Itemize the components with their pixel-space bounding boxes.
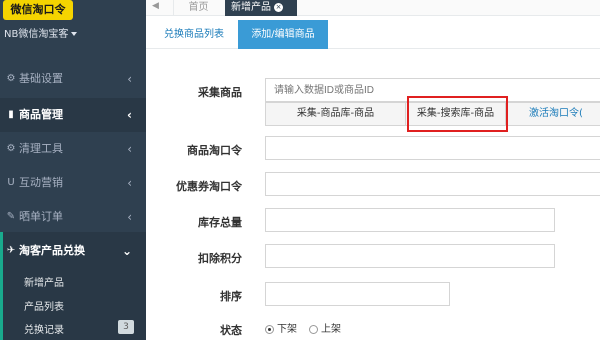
sort-input[interactable]	[265, 282, 450, 306]
magnet-icon: U	[7, 177, 15, 188]
sidebar: 微信淘口令 NB微信淘宝客 ⚙ 基础设置 ‹ ▮ 商品管理 ‹ ⚙ 清理工具 ‹…	[0, 0, 146, 340]
points-label: 扣除积分	[198, 252, 242, 265]
status-on-radio[interactable]: 上架	[309, 320, 341, 335]
sub-item-product-list[interactable]: 产品列表	[24, 298, 64, 313]
logo-area: 微信淘口令 NB微信淘宝客	[0, 0, 146, 60]
chevron-left-icon: ‹	[127, 142, 132, 156]
bar-chart-icon: ▮	[8, 109, 14, 120]
status-label: 状态	[220, 324, 242, 337]
caret-down-icon	[71, 32, 78, 36]
cog-icon: ⚙	[6, 143, 16, 154]
edit-icon: ✎	[6, 211, 16, 222]
chevron-left-icon: ‹	[127, 72, 132, 86]
stock-input[interactable]	[265, 208, 555, 232]
status-off-radio[interactable]: 下架	[265, 320, 297, 335]
activate-tkl-button[interactable]: 激活淘口令(	[506, 103, 600, 125]
tab-exchange-goods-list[interactable]: 兑换商品列表	[154, 20, 234, 49]
chevron-left-icon: ‹	[127, 210, 132, 224]
gears-icon: ⚙	[6, 73, 16, 84]
tab-new-product[interactable]: 新增产品 ×	[225, 0, 297, 16]
nav-label: 清理工具	[19, 142, 63, 155]
close-icon[interactable]: ×	[274, 2, 283, 12]
nav-item-cleanup-tools[interactable]: ⚙ 清理工具 ‹	[0, 132, 146, 166]
nav-item-basic-settings[interactable]: ⚙ 基础设置 ‹	[0, 62, 146, 96]
stock-label: 库存总量	[198, 216, 242, 229]
nav-label: 淘客产品兑换	[19, 244, 85, 257]
nav-item-share-orders[interactable]: ✎ 晒单订单 ‹	[0, 200, 146, 234]
nav-label: 商品管理	[19, 108, 63, 121]
nav-label: 基础设置	[19, 72, 63, 85]
radio-dot	[309, 324, 318, 334]
collect-goods-lib-button[interactable]: 采集-商品库-商品	[266, 103, 406, 125]
back-icon[interactable]: ◀	[152, 1, 159, 11]
tab-home[interactable]: 首页	[173, 0, 223, 16]
collect-label: 采集商品	[198, 86, 242, 99]
tab-label: 新增产品	[231, 2, 271, 13]
sort-label: 排序	[220, 290, 242, 303]
coupon-label: 优惠券淘口令	[176, 180, 242, 193]
sub-item-new-product[interactable]: 新增产品	[24, 274, 64, 289]
logo: 微信淘口令	[3, 0, 73, 20]
tab-add-edit-goods[interactable]: 添加/编辑商品	[238, 20, 328, 49]
plane-icon: ✈	[6, 245, 16, 256]
tkl-input[interactable]	[265, 136, 600, 160]
nav-label: 晒单订单	[19, 210, 63, 223]
nav-label: 互动营销	[19, 176, 63, 189]
page-tab-bar: ◀ 首页 新增产品 ×	[146, 0, 600, 16]
chevron-left-icon: ‹	[127, 176, 132, 190]
coupon-input[interactable]	[265, 172, 600, 196]
radio-label: 下架	[277, 324, 297, 335]
chevron-left-icon: ‹	[127, 108, 132, 122]
points-input[interactable]	[265, 244, 555, 268]
highlight-box	[407, 96, 508, 132]
sub-item-exchange-records[interactable]: 兑换记录	[24, 321, 64, 336]
account-menu[interactable]: NB微信淘宝客	[4, 25, 78, 40]
nav-item-product-exchange[interactable]: ✈ 淘客产品兑换 ⌄	[0, 234, 146, 268]
account-name: NB微信淘宝客	[4, 29, 69, 40]
content-tabs: 兑换商品列表 添加/编辑商品	[146, 16, 600, 49]
nav-item-goods-management[interactable]: ▮ 商品管理 ‹	[0, 98, 146, 132]
count-badge: 3	[118, 320, 134, 334]
chevron-down-icon: ⌄	[121, 244, 132, 258]
nav-item-interactive-marketing[interactable]: U 互动营销 ‹	[0, 166, 146, 200]
radio-label: 上架	[321, 324, 341, 335]
tkl-label: 商品淘口令	[187, 144, 242, 157]
radio-dot	[265, 324, 274, 334]
